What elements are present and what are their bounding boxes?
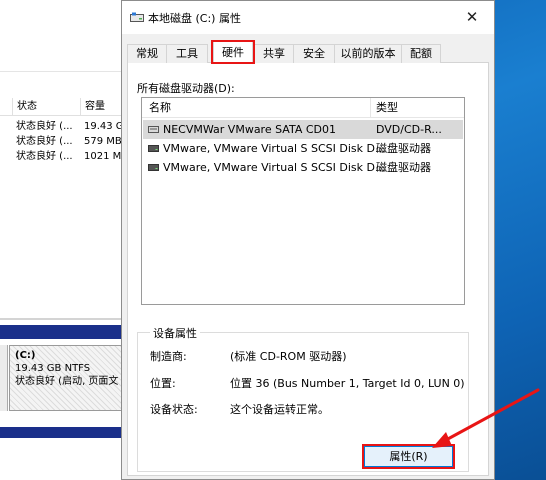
tab-hardware[interactable]: 硬件 (211, 40, 255, 64)
location-label: 位置: (150, 377, 176, 390)
tab-previous-versions[interactable]: 以前的版本 (334, 44, 402, 63)
highlight-box (211, 40, 255, 64)
drive-icon (130, 12, 144, 22)
dialog-title: 本地磁盘 (C:) 属性 (148, 12, 241, 25)
tab-security[interactable]: 安全 (293, 44, 335, 63)
volume-capacity: 579 MB (84, 136, 122, 147)
col-type[interactable]: 类型 (376, 98, 398, 118)
properties-button[interactable]: 属性(R) (362, 444, 455, 469)
volume-c-block[interactable]: (C:) 19.43 GB NTFS 状态良好 (启动, 页面文 (9, 345, 125, 411)
volume-size: 19.43 GB NTFS (15, 363, 91, 374)
disk-bar (0, 325, 125, 339)
volume-health: 状态良好 (启动, 页面文 (15, 376, 119, 387)
tab-sharing[interactable]: 共享 (254, 44, 294, 63)
disk-bar (0, 427, 125, 438)
location-value: 位置 36 (Bus Number 1, Target Id 0, LUN 0) (230, 377, 465, 390)
col-name[interactable]: 名称 (149, 98, 171, 118)
divider (0, 318, 125, 320)
drives-label: 所有磁盘驱动器(D): (137, 82, 235, 95)
tab-quota[interactable]: 配额 (401, 44, 441, 63)
highlight-box (362, 444, 455, 469)
drive-type: 磁盘驱动器 (376, 142, 431, 155)
device-status-value: 这个设备运转正常。 (230, 403, 329, 416)
list-item[interactable]: NECVMWar VMware SATA CD01 DVD/CD-R... (143, 120, 463, 139)
manufacturer-label: 制造商: (150, 350, 187, 363)
cd-drive-icon (148, 126, 159, 133)
list-item[interactable]: VMware, VMware Virtual S SCSI Disk D... … (143, 139, 463, 158)
tab-tools[interactable]: 工具 (166, 44, 208, 63)
properties-dialog: 本地磁盘 (C:) 属性 ✕ 常规 工具 硬件 共享 安全 以前的版本 配额 所… (121, 0, 495, 480)
volume-row[interactable]: 状态良好 (... 1021 M (0, 149, 125, 165)
volume-status: 状态良好 (... (16, 151, 73, 162)
drive-name: NECVMWar VMware SATA CD01 (163, 123, 336, 136)
column-divider[interactable] (370, 98, 371, 118)
drive-list-header: 名称 类型 (142, 98, 464, 118)
device-status-label: 设备状态: (150, 403, 198, 416)
col-capacity[interactable]: 容量 (80, 98, 105, 116)
volume-status: 状态良好 (... (16, 121, 73, 132)
volume-list-header: 状态 容量 (0, 98, 125, 116)
drive-name: VMware, VMware Virtual S SCSI Disk D... (163, 142, 386, 155)
disk-label-column (0, 345, 8, 411)
drive-list[interactable]: 名称 类型 NECVMWar VMware SATA CD01 DVD/CD-R… (141, 97, 465, 305)
list-item[interactable]: VMware, VMware Virtual S SCSI Disk D... … (143, 158, 463, 177)
volume-capacity: 19.43 G (84, 121, 124, 132)
drive-type: 磁盘驱动器 (376, 161, 431, 174)
drive-name: VMware, VMware Virtual S SCSI Disk D... (163, 161, 386, 174)
manufacturer-value: (标准 CD-ROM 驱动器) (230, 350, 347, 363)
volume-row[interactable]: 状态良好 (... 579 MB (0, 134, 125, 150)
volume-row[interactable]: 状态良好 (... 19.43 G (0, 119, 125, 135)
volume-drive-letter: (C:) (15, 350, 36, 361)
tab-general[interactable]: 常规 (127, 44, 167, 63)
disk-drive-icon (148, 164, 159, 171)
title-bar[interactable]: 本地磁盘 (C:) 属性 ✕ (122, 1, 494, 34)
disk-management-window: 状态 容量 状态良好 (... 19.43 G 状态良好 (... 579 MB… (0, 0, 125, 480)
toolbar-area (0, 0, 125, 72)
volume-capacity: 1021 M (84, 151, 122, 162)
disk-drive-icon (148, 145, 159, 152)
volume-status: 状态良好 (... (16, 136, 73, 147)
group-title: 设备属性 (150, 325, 200, 341)
close-icon[interactable]: ✕ (450, 1, 494, 34)
drive-type: DVD/CD-R... (376, 123, 442, 136)
col-status[interactable]: 状态 (12, 98, 37, 116)
